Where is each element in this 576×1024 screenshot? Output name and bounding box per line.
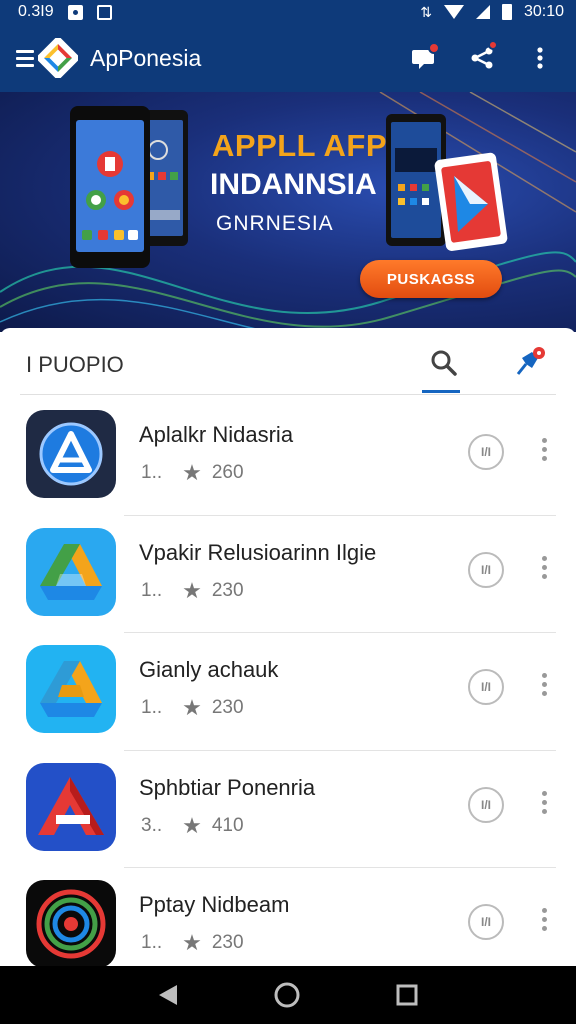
install-button[interactable]: I/I xyxy=(468,786,504,823)
notification-badge xyxy=(428,42,440,54)
recents-icon[interactable] xyxy=(395,983,419,1007)
app-meta: 3.. ★ 410 xyxy=(141,813,244,839)
list-item[interactable]: Aplalkr Nidasria 1.. ★ 260 I/I xyxy=(0,398,576,516)
drive-triangle-icon xyxy=(26,527,116,616)
app-logo-icon xyxy=(36,36,80,80)
overflow-menu-button[interactable] xyxy=(524,42,556,74)
target-rings-icon xyxy=(26,880,116,968)
item-more-icon[interactable] xyxy=(536,790,552,819)
star-icon: ★ xyxy=(182,812,202,838)
cell-signal-icon xyxy=(475,5,490,19)
drive-triangle-icon xyxy=(26,645,116,733)
app-name: Gianly achauk xyxy=(139,657,279,682)
home-icon[interactable] xyxy=(273,981,301,1009)
notification-icon xyxy=(67,4,83,20)
app-rating: 260 xyxy=(211,462,244,483)
banner-subheadline: INDANNSIA xyxy=(210,168,377,201)
more-vert-icon xyxy=(537,47,543,69)
system-nav-bar xyxy=(0,966,576,1024)
app-bar: ApPonesia xyxy=(0,24,576,92)
list-item[interactable]: Vpakir Relusioarinn Ilgie 1.. ★ 230 I/I xyxy=(0,516,576,633)
app-name: Sphbtiar Ponenria xyxy=(139,774,316,800)
search-tab-indicator xyxy=(422,390,460,393)
app-rating: 230 xyxy=(211,579,244,601)
header-divider xyxy=(20,394,556,395)
notifications-button[interactable] xyxy=(408,42,440,74)
star-icon: ★ xyxy=(182,577,202,603)
app-meta: 1.. ★ 260 xyxy=(141,460,244,486)
list-item[interactable]: Gianly achauk 1.. ★ 230 I/I xyxy=(0,633,576,751)
status-time: 0.3I9 xyxy=(18,3,54,20)
install-button[interactable]: I/I xyxy=(468,669,504,705)
status-clock: 30:10 xyxy=(523,3,564,20)
menu-icon[interactable] xyxy=(16,49,34,67)
pin-icon xyxy=(516,347,545,375)
battery-icon xyxy=(501,4,512,20)
share-badge xyxy=(488,40,498,50)
app-rating: 230 xyxy=(211,697,244,718)
banner-headline: APPLL AFP xyxy=(212,128,388,163)
star-icon: ★ xyxy=(182,460,202,485)
star-icon: ★ xyxy=(182,930,202,955)
app-name: Vpakir Relusioarinn Ilgie xyxy=(139,539,377,565)
list-item[interactable]: Sphbtiar Ponenria 3.. ★ 410 I/I xyxy=(0,751,576,868)
search-button[interactable] xyxy=(426,346,462,394)
item-more-icon[interactable] xyxy=(536,908,552,936)
app-rating: 410 xyxy=(211,814,244,836)
pin-button[interactable] xyxy=(510,344,548,382)
app-list: Aplalkr Nidasria 1.. ★ 260 I/I Vpakir Re… xyxy=(0,398,576,986)
star-icon: ★ xyxy=(182,695,202,720)
app-meta: 1.. ★ 230 xyxy=(141,695,244,721)
vibrate-icon: ⇅ xyxy=(420,3,432,20)
item-more-icon[interactable] xyxy=(536,555,552,584)
app-count: 1.. xyxy=(141,697,163,718)
install-button[interactable]: I/I xyxy=(468,904,504,940)
app-name: Aplalkr Nidasria xyxy=(139,422,294,447)
share-button[interactable] xyxy=(466,40,498,74)
app-count: 3.. xyxy=(141,814,163,836)
item-more-icon[interactable] xyxy=(536,673,552,701)
app-count: 1.. xyxy=(141,932,163,953)
red-a-icon xyxy=(26,762,116,851)
item-more-icon[interactable] xyxy=(536,438,552,466)
back-icon[interactable] xyxy=(157,983,179,1007)
app-count: 1.. xyxy=(141,579,163,601)
screenshot-notification-icon xyxy=(96,4,112,20)
search-icon xyxy=(431,350,457,376)
app-count: 1.. xyxy=(141,462,163,483)
app-meta: 1.. ★ 230 xyxy=(141,578,244,604)
promo-banner[interactable]: APPLL AFP INDANNSIA GNRNESIA PUSKAGSS xyxy=(0,92,576,332)
install-button[interactable]: I/I xyxy=(468,434,504,470)
install-button[interactable]: I/I xyxy=(468,551,504,588)
banner-tagline: GNRNESIA xyxy=(216,212,334,235)
wifi-icon xyxy=(443,5,464,19)
app-meta: 1.. ★ 230 xyxy=(141,930,244,956)
section-title: I PUOPIO xyxy=(26,352,124,377)
app-list-sheet: I PUOPIO Aplalkr Nidasria 1.. ★ 260 I/I … xyxy=(0,328,576,968)
blue-ring-a-icon xyxy=(26,410,116,498)
banner-cta-button[interactable]: PUSKAGSS xyxy=(360,260,502,298)
app-title: ApPonesia xyxy=(90,44,202,71)
status-bar: 0.3I9 ⇅ 30:10 xyxy=(0,0,576,24)
app-name: Pptay Nidbeam xyxy=(139,892,290,917)
app-rating: 230 xyxy=(211,932,244,953)
